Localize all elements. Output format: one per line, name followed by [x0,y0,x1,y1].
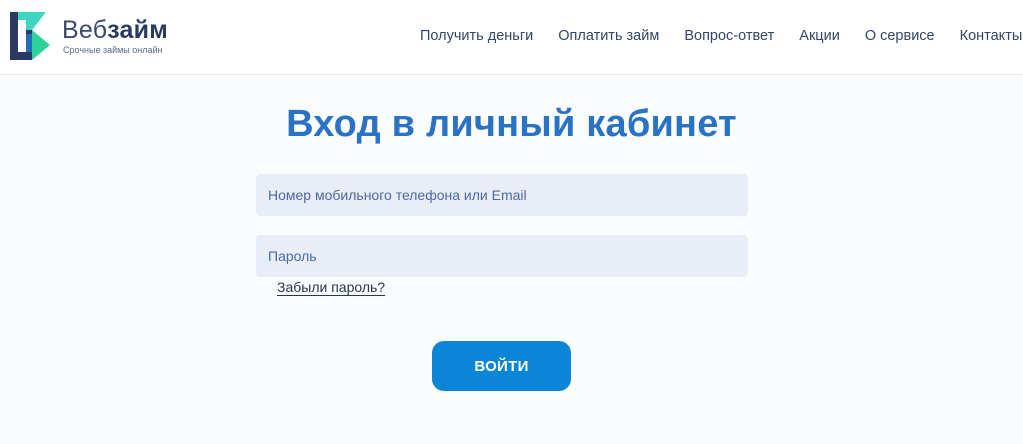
login-input[interactable] [256,174,748,216]
site-header: Вебзайм Срочные займы онлайн Получить де… [0,0,1023,75]
logo-icon [10,12,50,60]
nav-get-money[interactable]: Получить деньги [420,27,533,47]
nav-pay-loan[interactable]: Оплатить займ [558,27,659,47]
logo-name: Вебзайм [62,16,168,44]
login-button[interactable]: ВОЙТИ [432,341,571,391]
forgot-password-link[interactable]: Забыли пароль? [277,280,386,296]
logo-tagline: Срочные займы онлайн [63,45,163,55]
password-input[interactable] [256,235,748,277]
nav-promotions[interactable]: Акции [799,27,840,47]
site-logo[interactable]: Вебзайм Срочные займы онлайн [10,12,170,62]
page-title: Вход в личный кабинет [286,103,737,145]
nav-contacts[interactable]: Контакты [960,27,1023,47]
main-nav: Получить деньги Оплатить займ Вопрос-отв… [420,27,1022,47]
nav-about[interactable]: О сервисе [865,27,935,47]
nav-faq[interactable]: Вопрос-ответ [684,27,774,47]
